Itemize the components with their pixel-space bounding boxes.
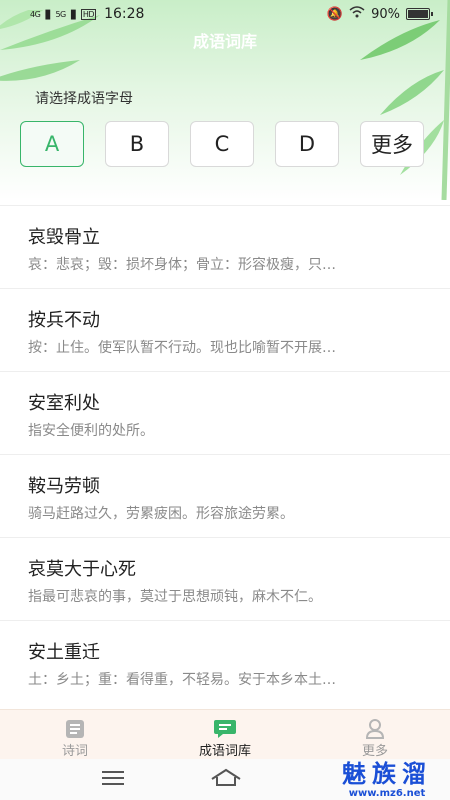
idiom-description: 按：止住。使军队暂不行动。现也比喻暂不开展… — [28, 340, 336, 356]
page-title: 成语词库 — [192, 32, 257, 51]
tab-label: 更多 — [361, 744, 388, 759]
idiom-description: 土：乡土；重：看得重，不轻易。安于本乡本土… — [28, 672, 336, 688]
bottom-tab-bar: 诗词 成语词库 更多 — [0, 709, 450, 760]
idiom-name: 鞍马劳顿 — [28, 476, 100, 497]
signal-bars-icon: ▮ — [69, 6, 77, 22]
wifi-icon — [349, 6, 365, 22]
idiom-name: 按兵不动 — [28, 310, 100, 331]
letter-prompt: 请选择成语字母 — [35, 91, 133, 107]
letter-button-d[interactable]: D — [275, 121, 339, 167]
idiom-description: 指最可悲哀的事，莫过于思想顽钝，麻木不仁。 — [28, 589, 322, 605]
letter-button-a[interactable]: A — [20, 121, 84, 167]
idiom-name: 安土重迁 — [28, 642, 100, 663]
signal-5g-indicator: 5G — [55, 9, 66, 19]
list-item[interactable]: 按兵不动 按：止住。使军队暂不行动。现也比喻暂不开展… — [0, 288, 450, 371]
signal-4g-indicator: 4G — [30, 9, 41, 19]
watermark-brand: 魅族溜 — [342, 760, 432, 788]
tab-poetry[interactable]: 诗词 — [0, 710, 150, 760]
person-icon — [364, 718, 386, 740]
menu-icon[interactable] — [102, 769, 124, 789]
battery-percent: 90% — [371, 6, 400, 22]
tab-idiom-library[interactable]: 成语词库 — [150, 710, 300, 760]
home-icon[interactable] — [210, 767, 242, 791]
chat-icon — [213, 718, 237, 740]
idiom-name: 哀莫大于心死 — [28, 559, 136, 580]
idiom-description: 哀：悲哀；毁：损坏身体；骨立：形容极瘦，只… — [28, 257, 336, 273]
signal-bars-icon: ▮ — [44, 6, 52, 22]
battery-fill — [408, 10, 428, 18]
idiom-name: 安室利处 — [28, 393, 100, 414]
mute-icon: 🔕 — [326, 6, 344, 22]
list-item[interactable]: 安室利处 指安全便利的处所。 — [0, 371, 450, 454]
list-item[interactable]: 安土重迁 土：乡土；重：看得重，不轻易。安于本乡本土… — [0, 620, 450, 703]
hd-indicator: HD — [80, 8, 97, 20]
list-item[interactable]: 鞍马劳顿 骑马赶路过久，劳累疲困。形容旅途劳累。 — [0, 454, 450, 537]
idiom-description: 骑马赶路过久，劳累疲困。形容旅途劳累。 — [28, 506, 294, 522]
tab-more[interactable]: 更多 — [300, 710, 450, 760]
idiom-name: 哀毁骨立 — [28, 227, 100, 248]
book-icon — [64, 718, 86, 740]
list-item[interactable]: 哀毁骨立 哀：悲哀；毁：损坏身体；骨立：形容极瘦，只… — [0, 205, 450, 288]
watermark-url: www.mz6.net — [348, 788, 426, 799]
battery-icon — [406, 8, 433, 20]
list-item[interactable]: 哀莫大于心死 指最可悲哀的事，莫过于思想顽钝，麻木不仁。 — [0, 537, 450, 620]
tab-label: 成语词库 — [198, 744, 251, 759]
status-bar: 4G ▮ 5G ▮ HD 16:28 🔕 90% — [0, 0, 450, 28]
clock: 16:28 — [104, 6, 145, 22]
tab-label: 诗词 — [61, 744, 88, 759]
letter-selector: A B C D 更多 — [20, 121, 424, 167]
letter-button-c[interactable]: C — [190, 121, 254, 167]
idiom-description: 指安全便利的处所。 — [28, 423, 154, 439]
idiom-list: 哀毁骨立 哀：悲哀；毁：损坏身体；骨立：形容极瘦，只… 按兵不动 按：止住。使军… — [0, 205, 450, 703]
more-letters-button[interactable]: 更多 — [360, 121, 424, 167]
site-watermark: 魅族溜 www.mz6.net — [342, 760, 432, 800]
letter-button-b[interactable]: B — [105, 121, 169, 167]
